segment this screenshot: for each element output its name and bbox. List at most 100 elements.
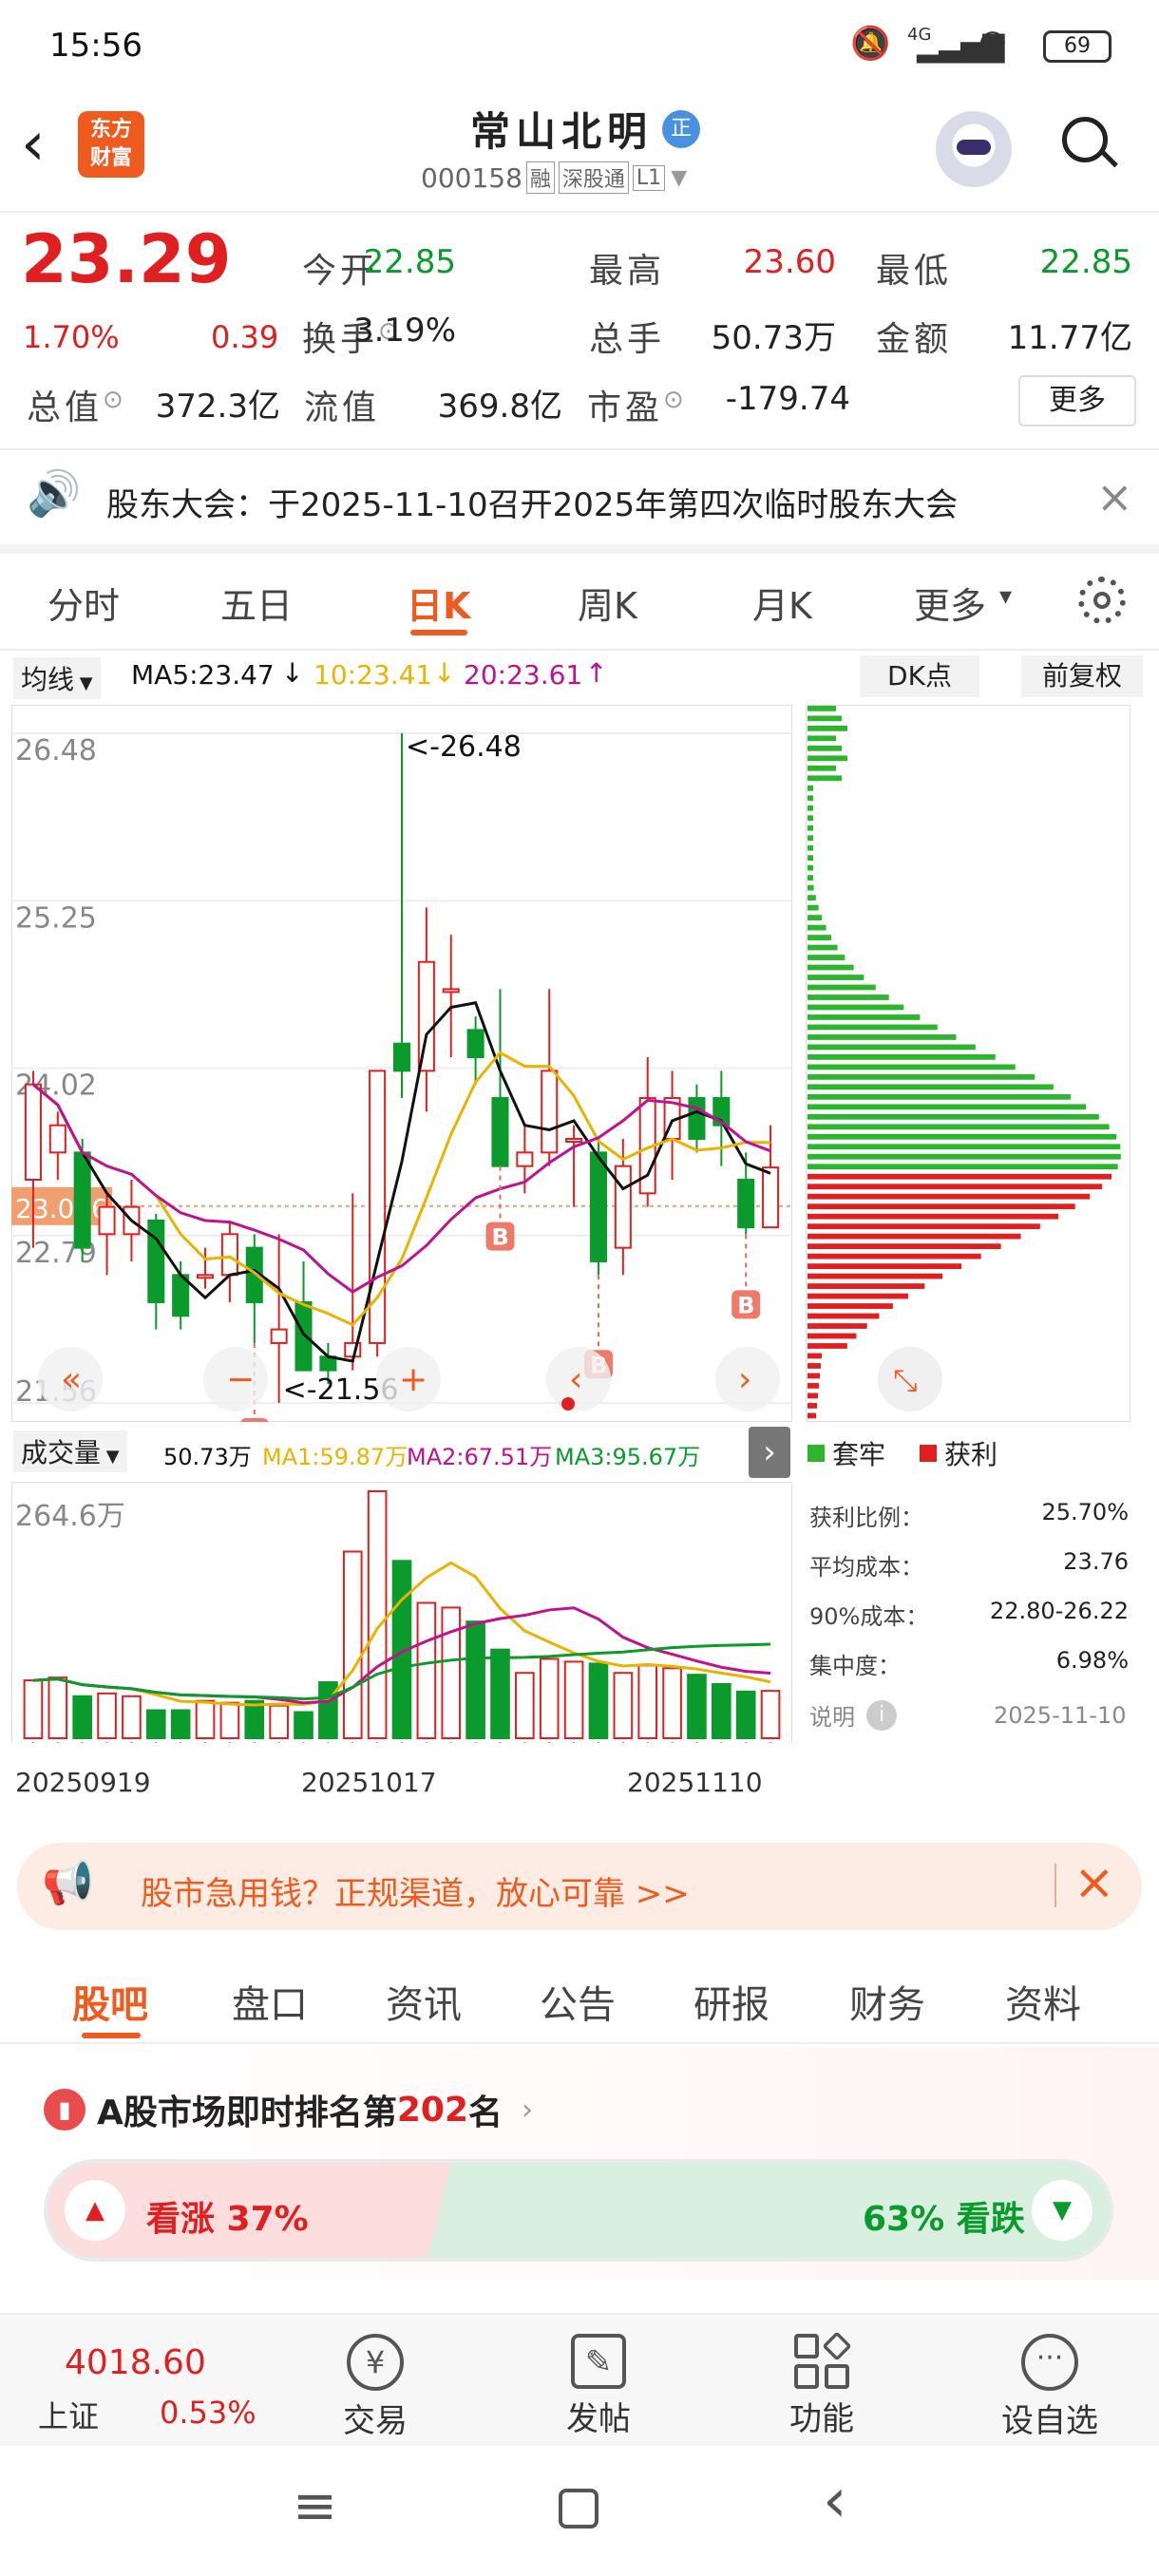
nav-add-watch[interactable]: ··· 设自选 <box>974 2315 1126 2448</box>
zoom-in-icon: + <box>399 1360 428 1399</box>
tag-margin: 融 <box>525 161 555 194</box>
nav-post[interactable]: ✎ 发帖 <box>527 2315 670 2448</box>
notice-bar[interactable]: 🔊 股东大会：于2025-11-10召开2025年第四次临时股东大会 × <box>0 454 1159 544</box>
sub-tab-5[interactable]: 财务 <box>849 1974 925 2029</box>
dropdown-icon[interactable]: ▼ <box>671 166 687 190</box>
volume-selector[interactable]: 成交量 ▼ <box>13 1430 127 1472</box>
settings-icon[interactable] <box>1078 577 1126 624</box>
chip-bar <box>808 1073 1036 1080</box>
sub-tab-3[interactable]: 公告 <box>540 1974 616 2029</box>
header: ‹ 东方 财富 常山北明 正 000158 融 深股通 L1 ▼ <box>0 90 1159 214</box>
sub-tab-6[interactable]: 资料 <box>1005 1974 1081 2029</box>
volume-bar <box>588 1662 609 1739</box>
chart-tab-5[interactable]: 更多 <box>914 577 986 629</box>
chart-tab-4[interactable]: 月K <box>752 577 812 629</box>
robot-avatar[interactable] <box>936 111 1012 187</box>
close-icon[interactable]: × <box>1096 471 1133 522</box>
sub-tab-4[interactable]: 研报 <box>694 1974 770 2029</box>
chip-stat-label: 集中度： <box>809 1653 901 1679</box>
expand-chart-button[interactable]: › <box>749 1427 790 1478</box>
nav-function[interactable]: 功能 <box>750 2315 893 2448</box>
chip-bar <box>808 994 889 1000</box>
volume-chart[interactable]: 264.6万 <box>11 1482 792 1743</box>
nav-trade[interactable]: ¥ 交易 <box>304 2315 446 2448</box>
volume-bar <box>760 1690 781 1740</box>
speaker-icon: 🔊 <box>27 467 82 519</box>
chip-bar <box>808 1213 1059 1220</box>
info-icon[interactable]: i <box>866 1699 897 1731</box>
status-bar: 15:56 🔕 4G ▂▃▅▇ ◠ 69 <box>0 0 1159 90</box>
chip-bar <box>808 725 847 731</box>
change-value: 0.39 <box>211 319 279 355</box>
ma5-arrow: ↓ <box>281 657 304 689</box>
more-dots-icon: ··· <box>1021 2334 1078 2391</box>
dk-point-button[interactable]: DK点 <box>860 655 979 697</box>
sub-tabs: 股吧 盘口 资讯 公告 研报 财务 资料 <box>0 1957 1159 2042</box>
ad-banner[interactable]: 📢 股市急用钱？正规渠道，放心可靠 >> × <box>17 1843 1142 1930</box>
stock-code: 000158 <box>421 161 522 194</box>
legend-loss-swatch <box>808 1445 825 1462</box>
index-widget[interactable]: 4018.60 上证 0.53% <box>0 2315 266 2448</box>
candle-body <box>688 1097 706 1141</box>
chevron-right-icon[interactable]: › <box>522 2093 533 2127</box>
index-value: 4018.60 <box>65 2343 206 2382</box>
back-nav-icon[interactable]: ‹ <box>823 2466 847 2536</box>
home-icon[interactable] <box>559 2489 598 2529</box>
chart-prev-icon: ‹ <box>569 1360 582 1399</box>
chip-date: 2025-11-10 <box>994 1702 1127 1729</box>
volume-bar <box>466 1620 485 1740</box>
info-dots-icon[interactable]: ⊙ <box>103 386 124 414</box>
chart-tab-3[interactable]: 周K <box>578 577 637 629</box>
candle-body <box>516 1151 534 1167</box>
chart-tabs: 分时 五日 日K 周K 月K 更多 ▾ <box>0 554 1159 649</box>
bullish-button[interactable]: ▲ <box>65 2180 125 2241</box>
buy-marker-label: B <box>491 1224 508 1251</box>
menu-icon[interactable]: ≡ <box>293 2475 337 2537</box>
candle-body <box>24 1083 42 1182</box>
volume-bar <box>441 1606 462 1739</box>
chip-distribution: ⤡ <box>806 705 1130 1422</box>
kline-chart[interactable]: 26.4825.2524.0222.7921.5623.006<-26.48<-… <box>11 705 792 1422</box>
expand-icon: ⤡ <box>893 1362 918 1398</box>
more-button[interactable]: 更多 <box>1018 375 1136 426</box>
info-dots-icon[interactable]: ⊙ <box>663 386 684 414</box>
chip-bar <box>808 1263 962 1269</box>
candle-body <box>73 1151 91 1249</box>
volume-bar <box>318 1681 338 1740</box>
chip-bar <box>808 715 842 722</box>
vol-ma1: MA1:59.87万 <box>262 1444 408 1470</box>
system-nav: ≡ ‹ <box>0 2451 1159 2576</box>
active-subtab-underline <box>82 2033 141 2038</box>
ma-selector[interactable]: 均线 ▼ <box>13 657 101 699</box>
search-icon[interactable] <box>1062 117 1118 172</box>
quote-field-label: 市盈 <box>587 388 664 427</box>
chart-tab-0[interactable]: 分时 <box>48 577 120 629</box>
chip-bar <box>808 1253 981 1260</box>
app-logo[interactable]: 东方 财富 <box>78 111 144 178</box>
bearish-button[interactable]: ▼ <box>1032 2180 1092 2241</box>
chip-bar <box>808 1093 1071 1100</box>
battery-icon: 69 <box>1043 30 1112 63</box>
candle-body <box>147 1219 165 1303</box>
chip-bar <box>808 844 813 851</box>
sub-tab-2[interactable]: 资讯 <box>386 1974 462 2029</box>
chip-bar <box>808 975 864 980</box>
ma20-arrow: ↑ <box>585 657 608 689</box>
candle-body <box>491 1097 509 1167</box>
sub-tab-1[interactable]: 盘口 <box>232 1974 308 2029</box>
chip-bar <box>808 706 836 711</box>
chart-tab-1[interactable]: 五日 <box>220 577 293 629</box>
ad-text: 股市急用钱？正规渠道，放心可靠 >> <box>141 1875 690 1913</box>
adjust-button[interactable]: 前复权 <box>1021 655 1143 697</box>
quote-field-label: 最低 <box>876 252 953 291</box>
candle-body <box>762 1166 780 1229</box>
sub-tab-0[interactable]: 股吧 <box>72 1974 148 2029</box>
chart-tab-2[interactable]: 日K <box>407 577 470 629</box>
sentiment-bar[interactable]: ▲ 看涨 37% 63% 看跌 ▼ <box>44 2159 1113 2262</box>
ad-close-icon[interactable]: × <box>1074 1854 1115 1911</box>
change-pct: 1.70% <box>23 319 120 355</box>
chip-bar <box>808 964 854 971</box>
chip-note[interactable]: 说明 i <box>809 1698 897 1732</box>
back-icon[interactable]: ‹ <box>21 109 46 180</box>
volume-bar <box>342 1550 363 1739</box>
